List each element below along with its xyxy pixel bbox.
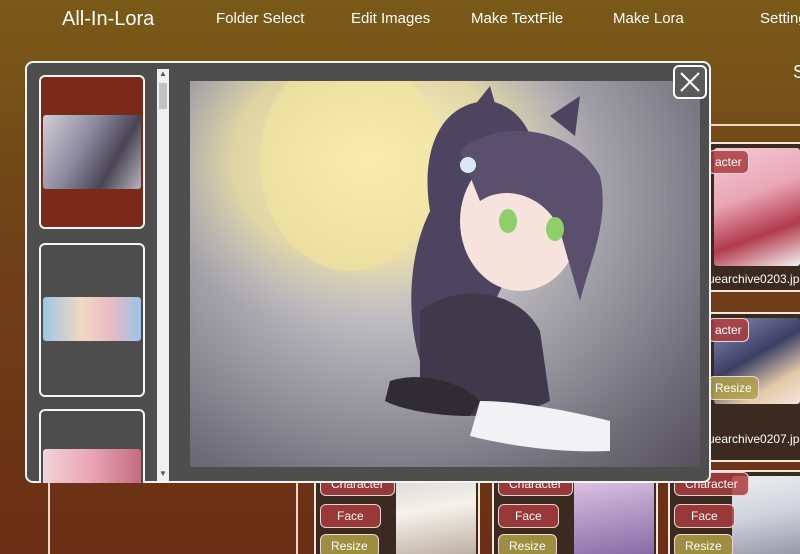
thumbnail-image — [43, 115, 141, 189]
tag-character[interactable]: acter — [708, 150, 749, 174]
nav-setting[interactable]: Setting — [760, 10, 800, 27]
close-button[interactable] — [673, 65, 707, 99]
image-viewer-modal: ▲ ▼ — [25, 61, 711, 483]
tag-resize[interactable]: Resize — [708, 376, 759, 400]
card-image — [574, 476, 654, 554]
scroll-thumb[interactable] — [159, 83, 167, 109]
nav-make-lora[interactable]: Make Lora — [613, 10, 684, 27]
main-image-preview — [190, 81, 700, 467]
app-brand[interactable]: All-In-Lora — [62, 8, 154, 31]
side-heading: S — [793, 62, 800, 82]
bg-divider-left — [48, 482, 50, 554]
card-image — [396, 476, 476, 554]
thumbnail-image — [43, 449, 141, 483]
bg-divider-mid — [296, 482, 298, 554]
tag-character[interactable]: acter — [708, 318, 749, 342]
bg-divider-top — [711, 124, 800, 126]
file-name: uearchive0207.jpg — [708, 432, 800, 446]
scroll-up-arrow-icon[interactable]: ▲ — [159, 69, 167, 78]
preview-illustration — [190, 81, 700, 467]
tag-resize[interactable]: Resize — [674, 534, 733, 554]
tag-resize[interactable]: Resize — [498, 534, 557, 554]
thumbnail-1[interactable] — [39, 75, 145, 229]
nav-folder-select[interactable]: Folder Select — [216, 10, 304, 27]
scroll-down-arrow-icon[interactable]: ▼ — [159, 469, 167, 478]
thumbnail-scrollbar[interactable]: ▲ ▼ — [157, 69, 169, 481]
thumbnail-image — [43, 297, 141, 341]
image-card[interactable]: acter Resize uearchive0207.jpg — [706, 312, 800, 462]
tag-resize[interactable]: Resize — [320, 534, 379, 554]
thumbnail-2[interactable] — [39, 243, 145, 397]
top-nav: All-In-Lora Folder Select Edit Images Ma… — [0, 0, 800, 40]
tag-face[interactable]: Face — [320, 504, 381, 528]
file-name: uearchive0203.jpg — [708, 272, 800, 286]
nav-make-textfile[interactable]: Make TextFile — [471, 10, 563, 27]
image-card[interactable]: acter uearchive0203.jpg — [706, 142, 800, 292]
close-icon — [680, 72, 700, 92]
thumbnail-3[interactable] — [39, 409, 145, 483]
thumbnail-list — [39, 75, 147, 483]
nav-edit-images[interactable]: Edit Images — [351, 10, 430, 27]
tag-face[interactable]: Face — [674, 504, 735, 528]
tag-face[interactable]: Face — [498, 504, 559, 528]
